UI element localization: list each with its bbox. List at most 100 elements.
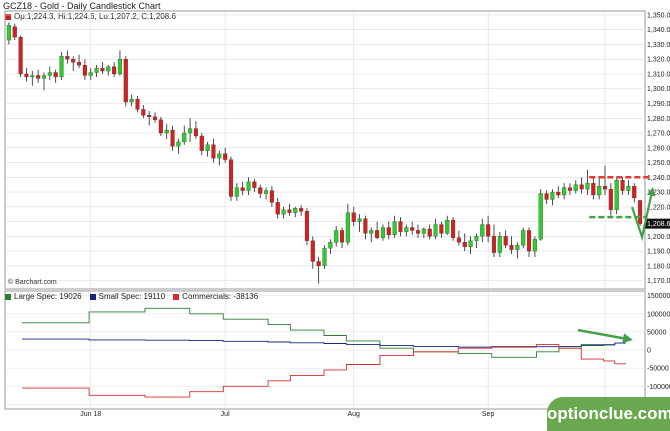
candle: [339, 227, 345, 249]
candle: [287, 203, 292, 216]
cot-y-tick: 0: [647, 348, 651, 355]
cot-y-tick: 100000: [647, 311, 670, 318]
candle-body: [567, 187, 572, 191]
candle-body: [398, 221, 403, 233]
candle-body: [182, 132, 187, 143]
price-y-tick: 1,200.0: [647, 234, 670, 241]
candle-body: [357, 218, 362, 222]
cot-legend-swatch: [173, 293, 180, 300]
candle-body: [602, 186, 608, 190]
candle: [293, 206, 298, 218]
cot-legend-label: Small Spec: 19110: [98, 292, 166, 301]
candle-body: [246, 181, 251, 191]
candle: [53, 69, 58, 83]
cot-legend-swatch: [5, 293, 11, 300]
candle-body: [380, 227, 385, 238]
candle: [614, 177, 619, 215]
candle-body: [585, 183, 590, 190]
candle: [503, 230, 508, 249]
cot-trend-arrow: [577, 328, 633, 344]
credit-text: © Barchart.com: [8, 279, 57, 286]
candle: [24, 68, 29, 82]
price-y-tick: 1,190.0: [647, 249, 670, 256]
candle: [310, 236, 315, 269]
x-axis-label: Sep: [482, 411, 495, 418]
candle-body: [562, 187, 567, 196]
candle: [6, 22, 11, 45]
candle-body: [433, 224, 438, 237]
candle: [176, 138, 181, 154]
candle: [77, 54, 82, 69]
candle: [141, 104, 146, 119]
cot-y-tick: -50000: [647, 366, 669, 373]
cot-legend-item: Large Spec: 19026: [5, 292, 82, 301]
candle: [562, 183, 567, 200]
candle-body: [310, 240, 315, 262]
candle-body: [468, 240, 473, 247]
candle-body: [30, 75, 35, 78]
candle-body: [497, 236, 502, 253]
candle-body: [164, 129, 169, 134]
candle-body: [410, 227, 415, 231]
candle-body: [386, 227, 391, 236]
candle: [345, 203, 350, 246]
candle-body: [480, 224, 485, 237]
candle-body: [322, 247, 327, 267]
price-y-tick: 1,330.0: [647, 42, 670, 49]
candle-body: [47, 72, 52, 76]
candle-body: [112, 66, 117, 75]
cot-legend-label: Large Spec: 19026: [14, 292, 82, 301]
candle-body: [486, 224, 491, 237]
candle-body: [445, 219, 450, 234]
candle-body: [217, 153, 222, 159]
candle: [456, 230, 461, 246]
candle-body: [579, 184, 584, 190]
candle: [322, 245, 327, 269]
candle-body: [573, 184, 578, 191]
candle-body: [632, 186, 637, 199]
candle-body: [597, 186, 602, 196]
cot-y-tick: 150000: [647, 293, 670, 300]
candle: [439, 221, 444, 238]
candle-body: [176, 141, 181, 147]
candle-body: [252, 181, 257, 188]
candle-body: [608, 188, 613, 210]
candle: [36, 69, 41, 83]
candle: [497, 231, 502, 258]
price-y-tick: 1,340.0: [647, 27, 670, 34]
candle-body: [509, 245, 514, 250]
candle-body: [299, 208, 304, 212]
candle: [188, 118, 193, 142]
candle: [59, 51, 64, 80]
candle: [223, 147, 228, 163]
candle-body: [234, 187, 239, 197]
cot-y-axis: 150000100000500000-50000-100000-150000: [647, 293, 670, 409]
candle-body: [620, 180, 625, 191]
candle: [521, 227, 526, 249]
candle: [170, 125, 175, 151]
cot-series-line: [22, 344, 626, 398]
candle-body: [281, 209, 286, 215]
candle: [328, 239, 333, 255]
candle: [392, 215, 397, 238]
candle: [199, 133, 204, 156]
candle-body: [199, 135, 204, 151]
candle-body: [240, 187, 245, 191]
candle-body: [135, 98, 140, 110]
candle-body: [626, 186, 631, 191]
candle-body: [258, 187, 263, 194]
price-y-tick: 1,250.0: [647, 160, 670, 167]
candle: [427, 224, 432, 240]
candle-body: [106, 66, 111, 72]
price-y-axis: 1,350.0 1,340.0 1,330.0 1,320.0 1,310.0 1,300…: [645, 12, 670, 285]
candlestick-chart: 1,350.0 1,340.0 1,330.0 1,320.0 1,310.0 1,300…: [4, 10, 670, 418]
candle-body: [404, 227, 409, 233]
candle-body: [515, 245, 520, 250]
candle-body: [375, 230, 380, 238]
price-y-tick: 1,260.0: [647, 145, 670, 152]
candle-body: [591, 183, 596, 196]
candle-body: [532, 239, 537, 252]
price-panel-frame: [4, 10, 646, 290]
x-axis-label: Jun 18: [80, 411, 101, 418]
candle-body: [538, 193, 543, 240]
